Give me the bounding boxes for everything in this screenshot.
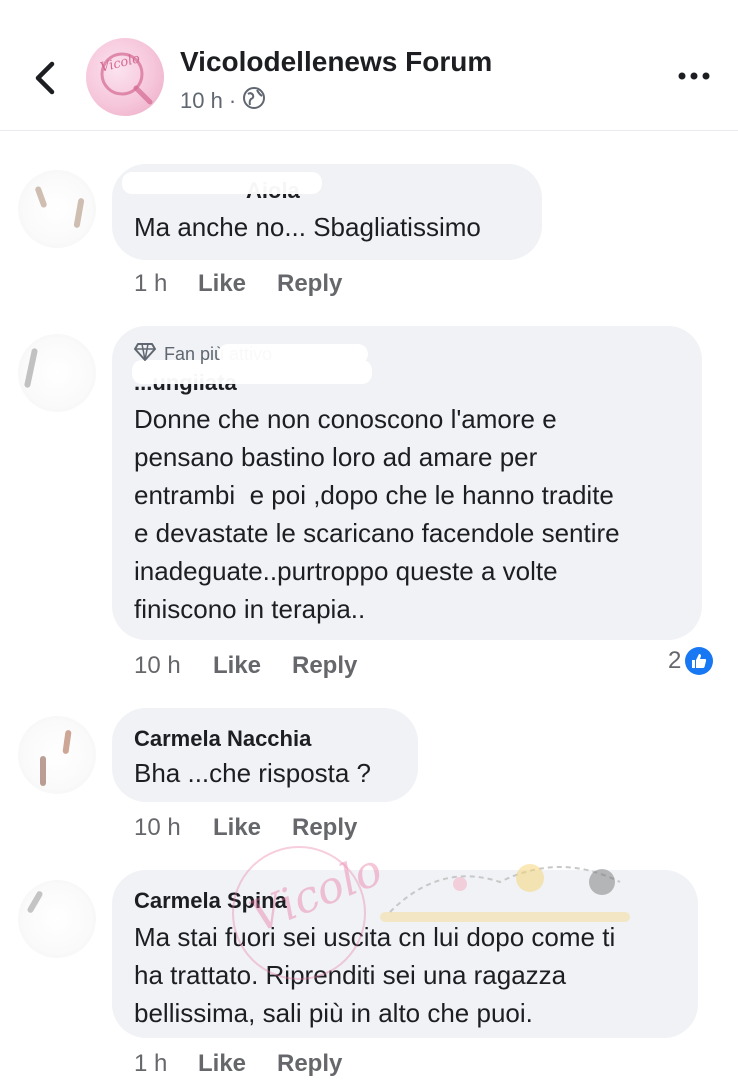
post-header: Vicolo Vicolodellenews Forum 10 h ·: [0, 0, 738, 131]
comment-time: 10 h: [134, 814, 181, 841]
commenter-avatar[interactable]: [18, 170, 96, 248]
comment-text: Donne che non conoscono l'amore e pensan…: [134, 404, 620, 624]
post-time: 10 h: [180, 88, 223, 113]
thumbs-up-icon: [685, 647, 714, 675]
comment-author[interactable]: Carmela Nacchia: [134, 726, 311, 752]
comment-text: Ma anche no... Sbagliatissimo: [134, 212, 481, 242]
comment-actions: 1 h Like Reply: [134, 1050, 454, 1080]
comment-bubble[interactable]: Aiola Ma anche no... Sbagliatissimo: [112, 164, 542, 260]
meta-separator: ·: [228, 88, 237, 113]
reaction-count[interactable]: 2: [668, 647, 714, 675]
like-button[interactable]: Like: [198, 270, 246, 298]
comment-bubble[interactable]: Carmela Nacchia Bha ...che risposta ?: [112, 708, 418, 802]
comment-text: Bha ...che risposta ?: [134, 758, 372, 788]
like-button[interactable]: Like: [213, 652, 261, 680]
watermark-logo: Vicolo: [232, 844, 389, 980]
commenter-avatar[interactable]: [18, 880, 96, 958]
diamond-icon: [134, 342, 156, 367]
comment-time: 1 h: [134, 270, 168, 297]
back-arrow-icon[interactable]: [30, 58, 60, 98]
reaction-number: 2: [668, 647, 682, 674]
like-button[interactable]: Like: [213, 814, 261, 842]
magnifier-icon: [100, 52, 153, 105]
redaction: [218, 344, 368, 364]
comment-bubble[interactable]: ...ungiiata Donne che non conoscono l'am…: [112, 326, 702, 640]
comment-actions: 1 h Like Reply: [134, 270, 454, 300]
reply-button[interactable]: Reply: [277, 270, 342, 298]
comment-actions: 10 h Like Reply: [134, 814, 454, 844]
more-options-icon[interactable]: [676, 64, 712, 88]
commenter-avatar[interactable]: [18, 334, 96, 412]
page-title[interactable]: Vicolodellenews Forum: [180, 46, 492, 78]
comment-time: 10 h: [134, 652, 181, 679]
reply-button[interactable]: Reply: [292, 652, 357, 680]
post-meta: 10 h ·: [180, 86, 266, 116]
reply-button[interactable]: Reply: [277, 1050, 342, 1078]
globe-icon: [242, 86, 266, 116]
comment-time: 1 h: [134, 1050, 168, 1077]
watermark-decoration: [380, 864, 630, 922]
comment-actions: 10 h Like Reply: [134, 652, 454, 682]
page-avatar[interactable]: Vicolo: [86, 38, 164, 116]
commenter-avatar[interactable]: [18, 716, 96, 794]
redaction: [122, 172, 322, 194]
like-button[interactable]: Like: [198, 1050, 246, 1078]
reply-button[interactable]: Reply: [292, 814, 357, 842]
